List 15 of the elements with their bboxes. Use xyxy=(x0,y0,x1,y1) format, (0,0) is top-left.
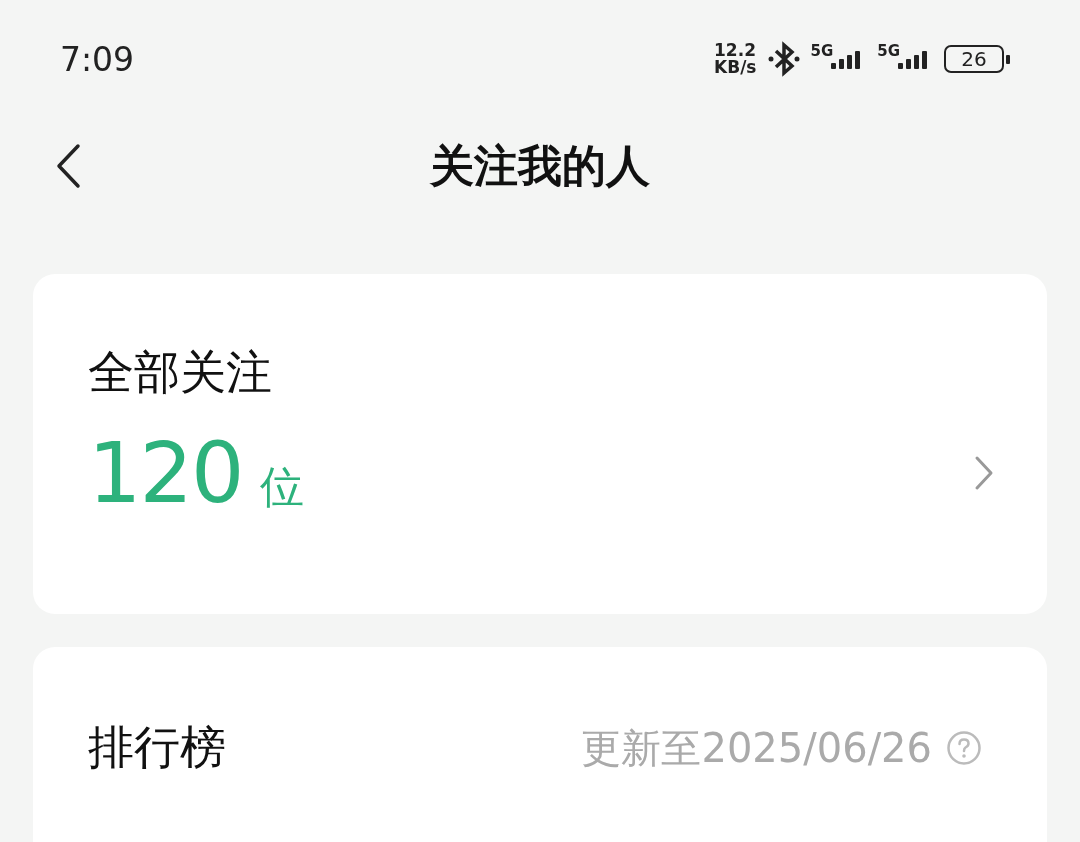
bluetooth-icon xyxy=(766,40,801,78)
update-date: 更新至2025/06/26 xyxy=(581,723,932,773)
network-speed-unit: KB/s xyxy=(714,59,757,76)
network-speed-value: 12.2 xyxy=(714,42,757,59)
battery-indicator: 26 xyxy=(944,45,1010,73)
network-type-label: 5G xyxy=(877,42,900,60)
page-title: 关注我的人 xyxy=(430,138,650,193)
status-time: 7:09 xyxy=(60,39,135,79)
card-title: 排行榜 xyxy=(88,719,226,776)
chevron-right-icon xyxy=(973,455,995,491)
card-title: 全部关注 xyxy=(88,344,273,401)
count-unit: 位 xyxy=(260,460,305,514)
follower-count: 120 xyxy=(88,424,243,522)
network-type-label: 5G xyxy=(810,42,834,60)
followers-card[interactable]: 全部关注 120 位 xyxy=(33,274,1047,614)
